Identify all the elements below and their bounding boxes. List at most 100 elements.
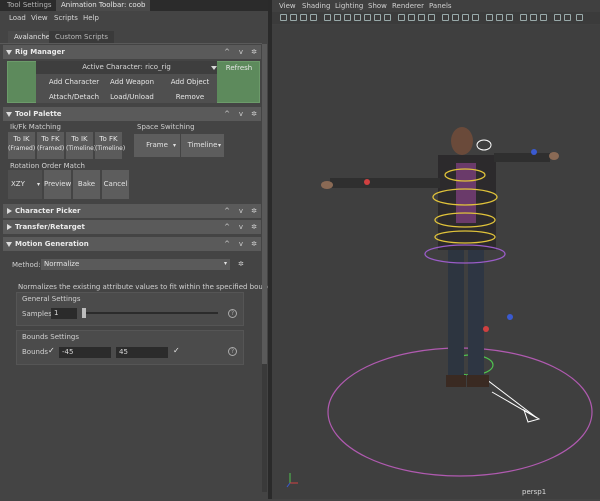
chevron-down-icon[interactable]: v	[235, 237, 247, 251]
load-unload-button[interactable]: Load/Unload	[104, 91, 160, 103]
to-ik-timeline-button[interactable]: To IK (Timeline)	[66, 132, 96, 159]
dark-sphere-icon[interactable]	[540, 14, 547, 21]
chevron-up-icon[interactable]: ^	[221, 45, 233, 59]
timeline-dropdown[interactable]: Timeline ▾	[181, 134, 224, 157]
3d-viewport[interactable]	[272, 25, 600, 499]
head-control[interactable]	[476, 139, 492, 151]
chevron-up-icon[interactable]: ^	[221, 204, 233, 218]
bounds-max-checkbox[interactable]: ✓	[173, 346, 180, 356]
panel-scroll-thumb[interactable]	[262, 44, 267, 364]
active-character-dropdown[interactable]: Active Character: rico_rig	[36, 61, 217, 74]
bounds-min-value: -45	[62, 348, 74, 356]
wireframe-icon[interactable]	[398, 14, 405, 21]
settings-gear-icon[interactable]: ✲	[248, 237, 260, 251]
textured-icon[interactable]	[418, 14, 425, 21]
ambient-occlusion-icon[interactable]	[452, 14, 459, 21]
film-gate-icon[interactable]	[334, 14, 341, 21]
frame-dropdown[interactable]: Frame ▾	[134, 134, 180, 157]
chevron-up-icon[interactable]: ^	[221, 107, 233, 121]
settings-gear-icon[interactable]: ✲	[248, 45, 260, 59]
knee-control[interactable]	[483, 326, 489, 332]
xray-joints-icon[interactable]	[506, 14, 513, 21]
field-chart-icon[interactable]	[364, 14, 371, 21]
anti-aliasing-icon[interactable]	[472, 14, 479, 21]
chevron-up-icon[interactable]: ^	[221, 220, 233, 234]
tab-animation-toolbar[interactable]: Animation Toolbar: coob	[56, 0, 151, 11]
grid-icon[interactable]	[324, 14, 331, 21]
vp-menu-shading[interactable]: Shading	[302, 0, 330, 12]
to-ik-framed-button[interactable]: To IK (Framed)	[8, 132, 35, 159]
bounds-max-field[interactable]: 45	[116, 347, 168, 358]
resolution-gate-icon[interactable]	[344, 14, 351, 21]
motion-generation-header[interactable]: Motion Generation ^ v ✲	[3, 237, 261, 251]
settings-gear-icon[interactable]: ✲	[248, 107, 260, 121]
samples-slider-handle[interactable]	[82, 308, 86, 318]
subtab-custom-scripts[interactable]: Custom Scripts	[49, 31, 114, 43]
tab-tool-settings[interactable]: Tool Settings	[2, 0, 57, 11]
add-weapon-button[interactable]: Add Weapon	[104, 76, 160, 88]
menu-help[interactable]: Help	[83, 11, 99, 25]
shading-sphere-icon[interactable]	[520, 14, 527, 21]
safe-title-icon[interactable]	[384, 14, 391, 21]
help-icon[interactable]: ?	[228, 347, 237, 356]
menu-load[interactable]: Load	[9, 11, 26, 25]
samples-slider-track[interactable]	[84, 312, 218, 314]
bake-button[interactable]: Bake	[73, 170, 100, 199]
chevron-down-icon[interactable]: v	[235, 204, 247, 218]
button-label: To FK	[41, 135, 60, 143]
color-mgmt-icon[interactable]	[554, 14, 561, 21]
chevron-down-icon[interactable]: v	[235, 220, 247, 234]
chevron-down-icon[interactable]: v	[235, 107, 247, 121]
bounds-min-field[interactable]: -45	[59, 347, 111, 358]
xray-icon[interactable]	[496, 14, 503, 21]
rig-manager-header[interactable]: Rig Manager ^ v ✲	[3, 45, 261, 59]
tool-palette-header[interactable]: Tool Palette ^ v ✲	[3, 107, 261, 121]
shadows-icon[interactable]	[442, 14, 449, 21]
to-fk-framed-button[interactable]: To FK (Framed)	[37, 132, 64, 159]
exposure-icon[interactable]	[564, 14, 571, 21]
gate-mask-icon[interactable]	[354, 14, 361, 21]
samples-field[interactable]: 1	[51, 308, 77, 319]
image-plane-icon[interactable]	[310, 14, 317, 21]
camera-attributes-icon[interactable]	[290, 14, 297, 21]
help-icon[interactable]: ?	[228, 309, 237, 318]
arm-control[interactable]	[531, 149, 537, 155]
vp-menu-view[interactable]: View	[279, 0, 296, 12]
vp-menu-panels[interactable]: Panels	[429, 0, 452, 12]
vp-menu-renderer[interactable]: Renderer	[392, 0, 424, 12]
bounds-min-checkbox[interactable]: ✓	[48, 346, 55, 356]
character-picker-header[interactable]: Character Picker ^ v ✲	[3, 204, 261, 218]
add-character-button[interactable]: Add Character	[44, 76, 104, 88]
light-sphere-icon[interactable]	[530, 14, 537, 21]
transfer-retarget-header[interactable]: Transfer/Retarget ^ v ✲	[3, 220, 261, 234]
bookmark-icon[interactable]	[300, 14, 307, 21]
add-object-button[interactable]: Add Object	[163, 76, 217, 88]
vp-menu-lighting[interactable]: Lighting	[335, 0, 363, 12]
select-camera-icon[interactable]	[280, 14, 287, 21]
vp-menu-show[interactable]: Show	[368, 0, 387, 12]
menu-view[interactable]: View	[31, 11, 48, 25]
cancel-button[interactable]: Cancel	[102, 170, 129, 199]
smooth-shade-icon[interactable]	[408, 14, 415, 21]
rotation-order-dropdown[interactable]: XZY ▾	[8, 170, 42, 199]
chevron-down-icon[interactable]: v	[235, 45, 247, 59]
isolate-select-icon[interactable]	[486, 14, 493, 21]
use-lights-icon[interactable]	[428, 14, 435, 21]
knee-control[interactable]	[507, 314, 513, 320]
settings-gear-icon[interactable]: ✲	[248, 204, 260, 218]
to-fk-timeline-button[interactable]: To FK (Timeline)	[95, 132, 125, 159]
menu-scripts[interactable]: Scripts	[54, 11, 78, 25]
settings-gear-icon[interactable]: ✲	[248, 220, 260, 234]
gamma-icon[interactable]	[576, 14, 583, 21]
refresh-button[interactable]: Refresh	[220, 62, 258, 74]
safe-action-icon[interactable]	[374, 14, 381, 21]
motion-blur-icon[interactable]	[462, 14, 469, 21]
remove-button[interactable]: Remove	[163, 91, 217, 103]
arm-control[interactable]	[364, 179, 370, 185]
settings-gear-icon[interactable]: ✲	[238, 260, 244, 268]
preview-button[interactable]: Preview	[44, 170, 71, 199]
method-dropdown[interactable]: Normalize ▾	[41, 259, 230, 270]
chevron-up-icon[interactable]: ^	[221, 237, 233, 251]
attach-detach-button[interactable]: Attach/Detach	[44, 91, 104, 103]
bounds-max-value: 45	[119, 348, 128, 356]
